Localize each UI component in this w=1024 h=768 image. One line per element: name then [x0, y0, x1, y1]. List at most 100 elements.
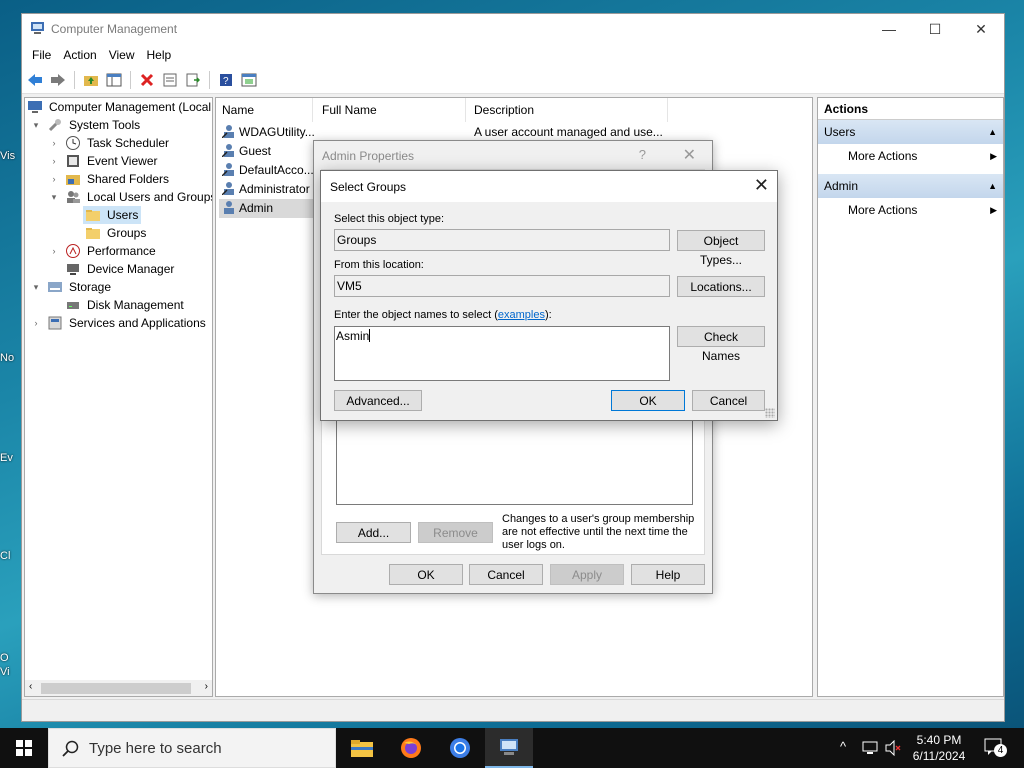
- cancel-button[interactable]: Cancel: [469, 564, 543, 585]
- delete-button[interactable]: [137, 70, 157, 90]
- dialog-title: Select Groups: [330, 180, 407, 194]
- collapse-up-icon[interactable]: ▲: [988, 120, 997, 144]
- add-button[interactable]: Add...: [336, 522, 411, 543]
- menu-view[interactable]: View: [103, 48, 141, 62]
- ok-button[interactable]: OK: [611, 390, 685, 411]
- taskbar-computer-management[interactable]: [485, 728, 533, 768]
- tree-label: Shared Folders: [87, 172, 170, 186]
- list-item[interactable]: WDAGUtility...: [222, 123, 315, 142]
- member-of-list[interactable]: [336, 420, 693, 505]
- dialog-close-button[interactable]: ✕: [754, 175, 769, 196]
- scrollbar-thumb[interactable]: [41, 683, 191, 694]
- properties-button[interactable]: [160, 70, 180, 90]
- arrow-right-icon: [51, 73, 65, 86]
- chevron-down-icon[interactable]: ▾: [49, 188, 59, 206]
- chevron-right-icon[interactable]: ›: [31, 314, 41, 332]
- locations-button[interactable]: Locations...: [677, 276, 765, 297]
- dialog-close-button[interactable]: ✕: [683, 145, 696, 165]
- apply-button[interactable]: Apply: [550, 564, 624, 585]
- desktop-icon-no[interactable]: No: [0, 352, 22, 364]
- chevron-right-icon[interactable]: ›: [49, 170, 59, 188]
- column-header-name[interactable]: Name: [216, 98, 313, 122]
- action-label: More Actions: [848, 149, 918, 163]
- menu-action[interactable]: Action: [57, 48, 102, 62]
- taskbar: Type here to search ^ 5:40 PM 6/11/2024 …: [0, 728, 1024, 768]
- remove-button[interactable]: Remove: [418, 522, 493, 543]
- action-pane-button[interactable]: [239, 70, 259, 90]
- tree-horizontal-scrollbar[interactable]: ‹ ›: [25, 680, 212, 696]
- taskbar-firefox[interactable]: [387, 728, 435, 768]
- toolbar-separator: [130, 70, 131, 89]
- desktop-icon-vi[interactable]: Vi: [0, 666, 22, 678]
- list-item-selected[interactable]: Admin: [219, 199, 313, 218]
- clock-icon: [66, 136, 80, 150]
- scroll-right-icon[interactable]: ›: [205, 681, 208, 692]
- status-bar: [22, 699, 1004, 721]
- chevron-right-icon[interactable]: ›: [49, 134, 59, 152]
- up-folder-button[interactable]: [81, 70, 101, 90]
- column-label: Name: [222, 103, 255, 117]
- show-hide-tree-button[interactable]: [104, 70, 124, 90]
- network-icon[interactable]: [862, 740, 880, 756]
- notification-center-button[interactable]: 4: [984, 738, 1007, 758]
- refresh-button[interactable]: [183, 70, 203, 90]
- column-header-description[interactable]: Description: [468, 98, 668, 122]
- list-item[interactable]: Administrator: [222, 180, 310, 199]
- tree-label: Performance: [87, 244, 156, 258]
- menu-help[interactable]: Help: [141, 48, 178, 62]
- collapse-up-icon[interactable]: ▲: [988, 174, 997, 198]
- desktop-icon-ev[interactable]: Ev: [0, 452, 22, 464]
- delete-x-icon: [140, 73, 154, 86]
- maximize-button[interactable]: ☐: [912, 14, 958, 44]
- column-header-full-name[interactable]: Full Name: [316, 98, 466, 122]
- check-names-button[interactable]: Check Names: [677, 326, 765, 363]
- menu-file[interactable]: File: [26, 48, 57, 62]
- scroll-left-icon[interactable]: ‹: [29, 681, 32, 692]
- tree-label: Storage: [69, 280, 112, 294]
- desktop-icon-o[interactable]: O: [0, 652, 22, 664]
- object-names-input[interactable]: Asmin: [334, 326, 670, 381]
- select-groups-dialog: Select Groups ✕ Select this object type:…: [320, 170, 778, 421]
- list-item[interactable]: DefaultAcco...: [222, 161, 314, 180]
- toolbar-separator: [74, 70, 75, 89]
- volume-muted-icon[interactable]: [884, 740, 902, 756]
- advanced-button[interactable]: Advanced...: [334, 390, 422, 411]
- object-types-button[interactable]: Object Types...: [677, 230, 765, 267]
- desktop-icon-vis[interactable]: Vis: [0, 150, 22, 162]
- dialog-title-bar[interactable]: Select Groups ✕: [321, 171, 777, 202]
- taskbar-clock[interactable]: 5:40 PM 6/11/2024: [903, 732, 975, 764]
- chevron-down-icon[interactable]: ▾: [31, 278, 41, 296]
- more-actions-users[interactable]: More Actions ▶: [818, 144, 1003, 168]
- forward-button[interactable]: [48, 70, 68, 90]
- actions-section-admin[interactable]: Admin ▲: [818, 174, 1003, 198]
- tree-label: Disk Management: [87, 298, 184, 312]
- start-button[interactable]: [0, 728, 48, 768]
- chevron-down-icon[interactable]: ▾: [31, 116, 41, 134]
- more-actions-admin[interactable]: More Actions ▶: [818, 198, 1003, 222]
- back-button[interactable]: [25, 70, 45, 90]
- list-item[interactable]: Guest: [222, 142, 271, 161]
- tray-overflow-chevron-icon[interactable]: ^: [840, 739, 846, 754]
- desktop-icon-cl[interactable]: Cl: [0, 550, 22, 562]
- taskbar-search-box[interactable]: Type here to search: [48, 728, 336, 768]
- resize-grip[interactable]: [765, 408, 775, 418]
- chevron-right-icon[interactable]: ›: [49, 152, 59, 170]
- title-bar[interactable]: Computer Management — ☐ ✕: [22, 14, 1004, 44]
- help-button[interactable]: ?: [216, 70, 236, 90]
- taskbar-file-explorer[interactable]: [338, 728, 386, 768]
- user-name: Administrator: [239, 182, 310, 196]
- help-button[interactable]: Help: [631, 564, 705, 585]
- close-button[interactable]: ✕: [958, 14, 1004, 44]
- menu-bar: File Action View Help: [22, 44, 1004, 66]
- chevron-right-icon[interactable]: ›: [49, 242, 59, 260]
- cancel-button[interactable]: Cancel: [692, 390, 765, 411]
- ok-button[interactable]: OK: [389, 564, 463, 585]
- minimize-button[interactable]: —: [866, 14, 912, 44]
- tree-item-users[interactable]: Users: [83, 206, 141, 224]
- actions-section-users[interactable]: Users ▲: [818, 120, 1003, 144]
- shared-folder-icon: [66, 175, 80, 185]
- arrow-left-icon: [28, 73, 42, 86]
- examples-link[interactable]: examples: [498, 309, 545, 321]
- help-question-button[interactable]: ?: [639, 147, 646, 162]
- taskbar-chrome[interactable]: [436, 728, 484, 768]
